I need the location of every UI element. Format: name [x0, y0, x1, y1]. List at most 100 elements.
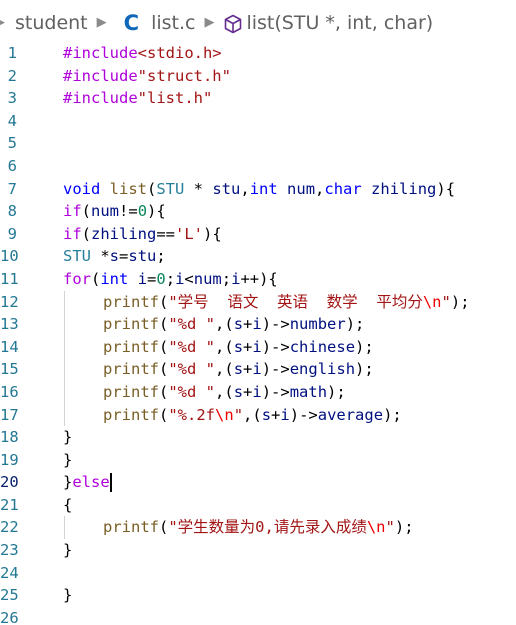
code-text[interactable]: for(int i=0;i<num;i++){	[63, 268, 278, 291]
line-number: 1	[7, 44, 17, 62]
code-line[interactable]: 11 for(int i=0;i<num;i++){	[0, 268, 516, 291]
code-line[interactable]: 15 printf("%d ",(s+i)->english);	[0, 358, 516, 381]
line-number: 18	[0, 428, 19, 447]
code-token: (	[81, 224, 92, 243]
code-token: *	[91, 247, 110, 266]
code-token: list	[109, 179, 147, 198]
code-line[interactable]: 8 if(num!=0){	[0, 200, 516, 223]
code-line[interactable]: 22 printf("学生数量为0,请先录入成绩\n");	[0, 516, 516, 540]
code-text[interactable]: }	[63, 426, 72, 449]
code-token: )->	[261, 337, 290, 356]
code-token: <	[184, 269, 194, 288]
code-text[interactable]: }	[63, 584, 72, 607]
code-token: ;	[221, 269, 232, 288]
code-text[interactable]: #include<stdio.h>	[63, 42, 222, 65]
code-token: STU	[156, 179, 185, 198]
line-number: 17	[0, 405, 19, 424]
code-token: printf	[103, 360, 159, 379]
code-line[interactable]: 16 printf("%d ",(s+i)->math);	[0, 380, 516, 404]
code-token: "%d "	[168, 315, 216, 334]
code-text[interactable]: printf("%d ",(s+i)->math);	[103, 381, 346, 404]
code-line[interactable]: 1 #include<stdio.h>	[0, 42, 516, 65]
code-editor[interactable]: 1 #include<stdio.h> 2 #include"struct.h" 3 #i…	[0, 42, 516, 625]
code-token: "%d "	[168, 337, 216, 356]
code-text[interactable]: printf("学号 语文 英语 数学 平均分\n");	[103, 291, 470, 314]
code-line[interactable]: 24	[0, 562, 516, 585]
code-text[interactable]: {	[63, 494, 72, 517]
code-token: zhiling	[91, 224, 157, 243]
indent-guide	[64, 516, 65, 540]
code-token: (	[81, 202, 92, 221]
code-line[interactable]: 4	[0, 110, 516, 133]
code-line[interactable]: 19}	[0, 449, 516, 472]
code-token: stu	[128, 247, 157, 266]
code-token: s	[109, 247, 120, 266]
code-token: +	[271, 405, 281, 424]
code-token: i	[252, 337, 262, 356]
code-line[interactable]: 20}else	[0, 471, 516, 494]
code-line[interactable]: 3 #include"list.h"	[0, 87, 516, 110]
code-line[interactable]: 18}	[0, 426, 516, 449]
code-line[interactable]: 14 printf("%d ",(s+i)->chinese);	[0, 335, 516, 359]
code-token: *	[184, 179, 213, 198]
code-line[interactable]: 10 STU *s=stu;	[0, 245, 516, 268]
code-line[interactable]: 7 void list(STU * stu,int num,char zhilin…	[0, 178, 516, 201]
code-text[interactable]: printf("%d ",(s+i)->english);	[103, 358, 374, 381]
breadcrumb-folder[interactable]: student	[15, 12, 88, 34]
code-text[interactable]: STU *s=stu;	[63, 245, 166, 268]
code-line[interactable]: 2 #include"struct.h"	[0, 65, 516, 88]
code-token: chinese	[289, 337, 356, 356]
code-text[interactable]: if(zhiling=='L'){	[63, 223, 222, 246]
code-text[interactable]: printf("%d ",(s+i)->chinese);	[103, 336, 374, 359]
code-token: s	[233, 382, 244, 401]
code-token: );	[345, 315, 365, 334]
line-number: 4	[7, 111, 17, 130]
code-text[interactable]: printf("学生数量为0,请先录入成绩\n");	[103, 516, 414, 539]
code-line[interactable]: 26	[0, 607, 516, 625]
code-token: for	[63, 269, 91, 288]
code-line[interactable]: 12 printf("学号 语文 英语 数学 平均分\n");	[0, 290, 516, 314]
code-token: "%.2f	[168, 405, 216, 424]
code-text[interactable]: printf("%d ",(s+i)->number);	[103, 313, 364, 336]
breadcrumb-file[interactable]: list.c	[151, 12, 195, 34]
code-token: 0	[137, 202, 148, 221]
code-line[interactable]: 17 printf("%.2f\n",(s+i)->average);	[0, 403, 516, 427]
code-text[interactable]: printf("%.2f\n",(s+i)->average);	[103, 404, 402, 427]
code-token: (	[159, 292, 169, 311]
code-token: ,	[240, 179, 250, 198]
indent-guide	[64, 403, 65, 427]
code-token: }	[63, 586, 73, 605]
code-line[interactable]: 5	[0, 132, 516, 155]
code-text[interactable]: }	[63, 449, 72, 472]
code-token: printf	[103, 315, 159, 334]
code-token: ,(	[243, 405, 262, 424]
code-token: i	[280, 405, 290, 424]
code-token: #include	[63, 44, 138, 62]
code-text[interactable]: if(num!=0){	[63, 200, 166, 223]
code-token: "%d "	[168, 382, 216, 401]
line-number: 21	[0, 495, 19, 514]
chevron-right-icon: ▶	[0, 15, 5, 30]
code-token: stu	[212, 179, 241, 198]
code-text[interactable]: #include"list.h"	[63, 87, 212, 110]
breadcrumb-symbol[interactable]: list(STU *, int, char)	[246, 12, 433, 34]
breadcrumb: ▶ student ▶ C list.c ▶ list(STU *, int, …	[0, 0, 516, 46]
code-line[interactable]: 13 printf("%d ",(s+i)->number);	[0, 313, 516, 336]
code-token: !=	[119, 202, 138, 221]
code-token: "%d "	[168, 360, 216, 379]
code-line[interactable]: 23}	[0, 539, 516, 562]
code-token: 'L'	[175, 224, 204, 243]
code-text[interactable]: }else	[63, 471, 110, 494]
code-line[interactable]: 21 {	[0, 494, 516, 517]
code-text[interactable]: void list(STU * stu,int num,char zhiling…	[63, 178, 455, 201]
line-number: 5	[7, 134, 17, 153]
c-language-icon: C	[123, 11, 140, 35]
code-text[interactable]: }	[63, 539, 72, 562]
code-token: void	[63, 179, 101, 198]
code-token: "学号 语文 英语 数学 平均分	[168, 292, 423, 311]
code-line[interactable]: 6	[0, 155, 516, 178]
code-line[interactable]: 9 if(zhiling=='L'){	[0, 223, 516, 246]
code-line[interactable]: 25}	[0, 584, 516, 607]
code-token: {	[63, 495, 73, 514]
code-text[interactable]: #include"struct.h"	[63, 65, 231, 88]
